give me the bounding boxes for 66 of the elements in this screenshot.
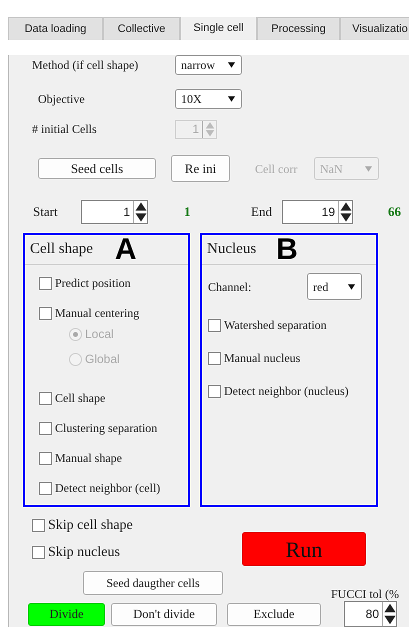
number-spinner[interactable]: 80 <box>344 601 397 627</box>
field-label: Start <box>33 203 59 222</box>
down-arrow-icon <box>134 212 148 223</box>
field-label: Channel: <box>208 278 252 296</box>
tab[interactable]: Collective <box>103 17 180 40</box>
tab[interactable]: Data loading <box>8 17 103 40</box>
panel-title: Cell shape <box>30 240 93 260</box>
seed-daughter-cells-button[interactable]: Seed daugther cells <box>83 571 223 595</box>
down-arrow-icon <box>339 212 353 223</box>
up-arrow-icon <box>134 201 148 212</box>
field-label: # initial Cells <box>32 121 98 138</box>
panel-title: Nucleus <box>207 240 256 260</box>
tab[interactable]: Visualizatio <box>340 17 409 40</box>
checkbox-label: Manual nucleus <box>224 350 300 367</box>
frame-count: 66 <box>388 203 401 222</box>
caret-icon <box>227 61 236 69</box>
radio-label: Local <box>85 326 114 343</box>
checkbox-label: Detect neighbor (cell) <box>55 480 160 497</box>
seed-cells-button[interactable]: Seed cells <box>38 158 156 179</box>
dropdown[interactable]: narrow <box>175 55 242 75</box>
reinit-button[interactable]: Re ini <box>171 155 230 182</box>
checkbox-label: Detect neighbor (nucleus) <box>224 383 349 400</box>
checkbox[interactable] <box>208 384 221 398</box>
checkbox-label: Manual shape <box>55 450 122 467</box>
checkbox[interactable] <box>208 318 221 332</box>
field-label: Method (if cell shape) <box>32 57 140 74</box>
checkbox[interactable] <box>39 452 52 464</box>
checkbox[interactable] <box>32 518 45 532</box>
up-arrow-icon <box>339 201 353 212</box>
checkbox[interactable] <box>39 422 52 434</box>
action-button[interactable]: Don't divide <box>111 602 217 626</box>
checkbox[interactable] <box>32 546 45 558</box>
action-button[interactable]: Divide <box>28 602 105 626</box>
field-label: Cell corr <box>255 160 298 178</box>
dropdown[interactable]: 10X <box>175 89 242 109</box>
checkbox[interactable] <box>39 392 52 404</box>
checkbox[interactable] <box>39 306 52 320</box>
radio-label: Global <box>85 351 120 368</box>
field-label: End <box>251 203 273 222</box>
caret-icon <box>227 95 236 103</box>
checkbox[interactable] <box>208 352 221 364</box>
number-spinner[interactable]: 1 <box>81 200 148 224</box>
checkbox-label: Skip cell shape <box>48 516 133 534</box>
field-label: Objective <box>38 91 86 108</box>
panel-letter: A <box>114 234 137 264</box>
field-label: FUCCI tol (% <box>331 586 400 603</box>
panel-letter: B <box>276 234 298 264</box>
checkbox-label: Clustering separation <box>55 420 158 437</box>
tab[interactable]: Processing <box>257 17 340 40</box>
dropdown[interactable]: red <box>307 273 362 300</box>
up-arrow-icon <box>383 602 397 614</box>
caret-icon <box>364 164 373 172</box>
action-button[interactable]: Exclude <box>227 602 321 626</box>
checkbox-label: Manual centering <box>55 305 140 322</box>
frame-count: 1 <box>184 203 192 222</box>
checkbox-label: Predict position <box>55 275 131 292</box>
checkbox-label: Watershed separation <box>224 317 327 334</box>
down-arrow-icon <box>383 614 397 626</box>
checkbox-label: Cell shape <box>55 390 106 407</box>
run-button[interactable]: Run <box>242 532 366 566</box>
checkbox-label: Skip nucleus <box>48 544 120 562</box>
caret-icon <box>347 282 356 290</box>
number-spinner[interactable]: 19 <box>282 200 353 224</box>
checkbox[interactable] <box>39 276 52 290</box>
checkbox[interactable] <box>39 482 52 494</box>
tab[interactable]: Single cell <box>180 17 257 40</box>
